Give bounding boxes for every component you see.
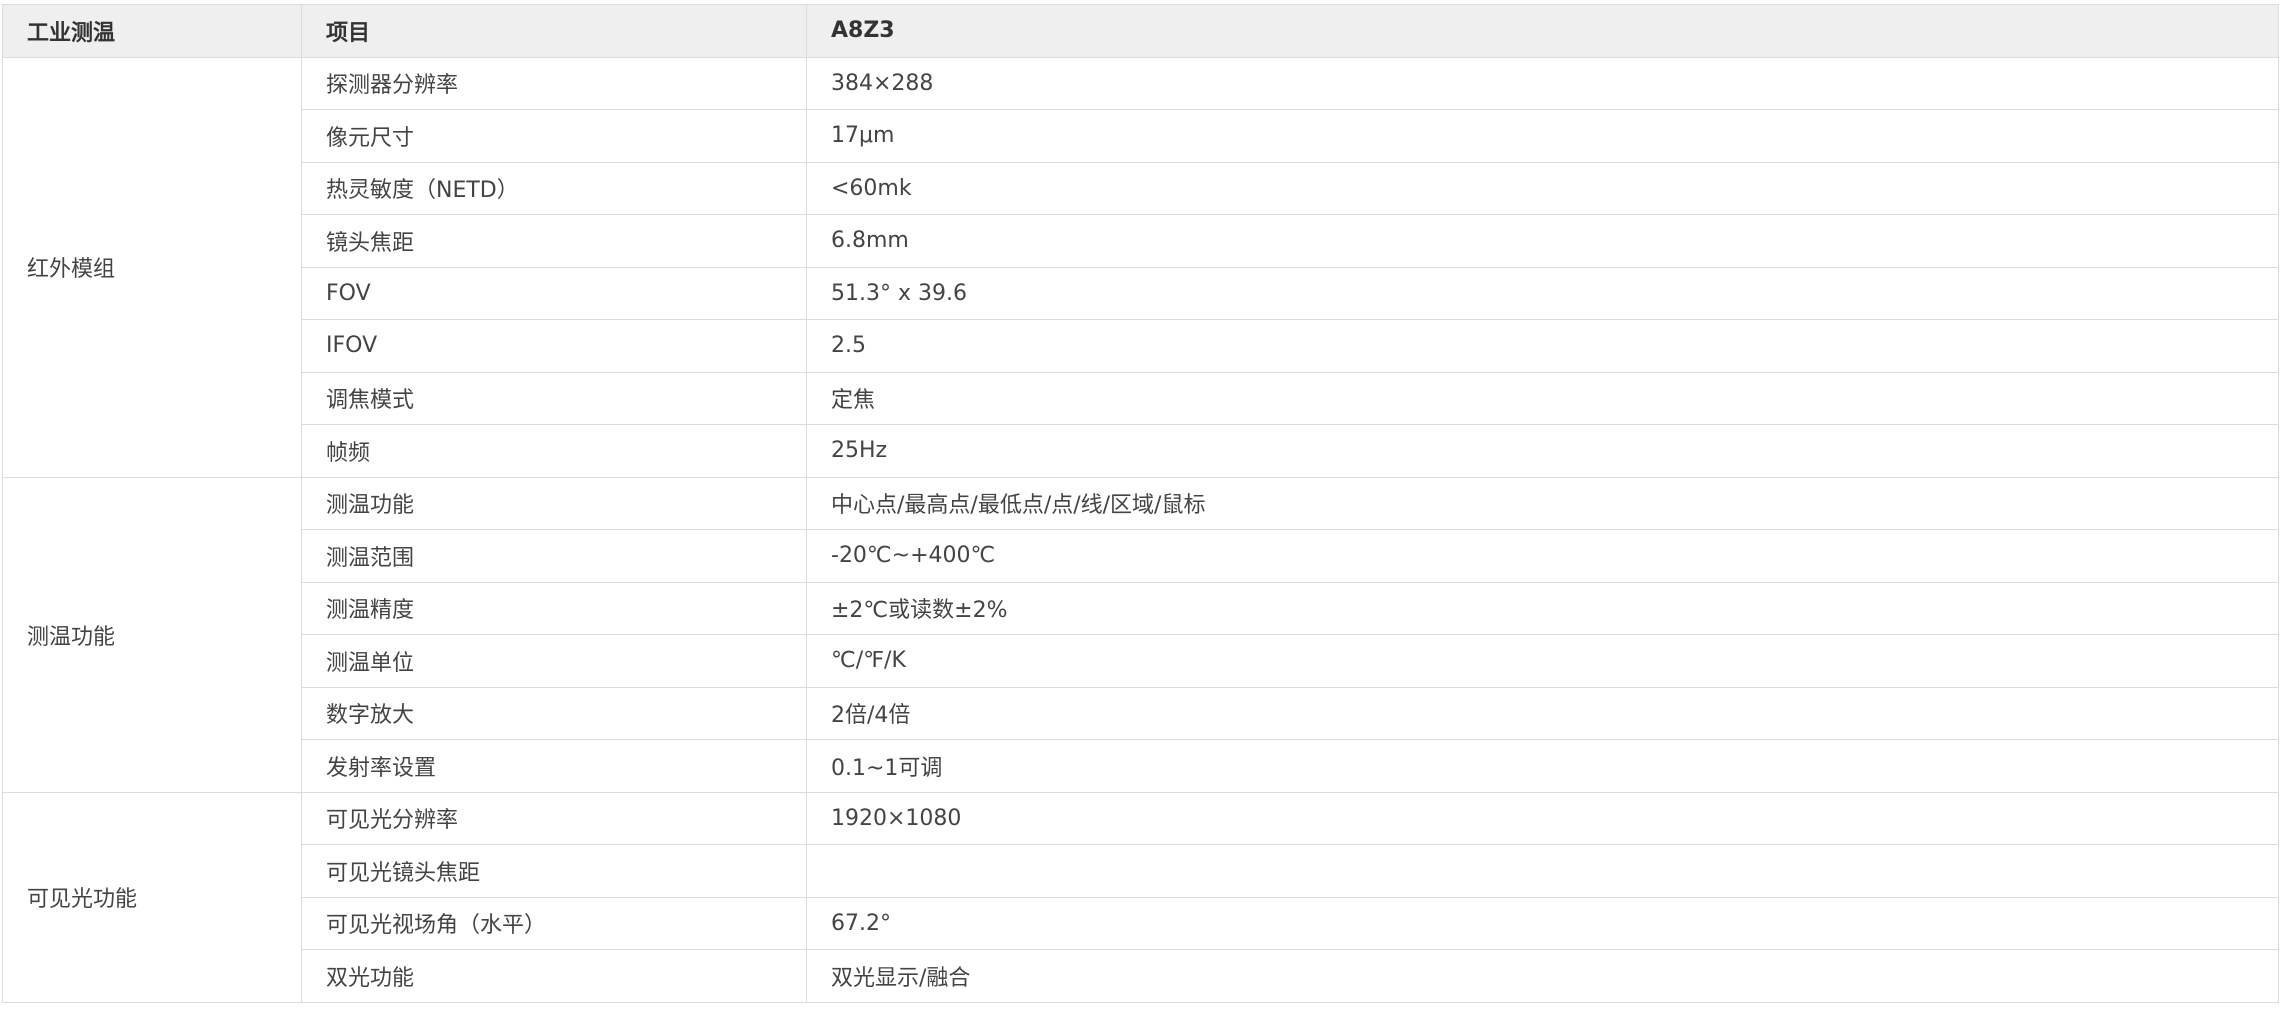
table-row: 可见光功能 可见光分辨率 1920×1080 bbox=[2, 791, 2279, 1003]
row-item: 数字放大 bbox=[301, 686, 807, 740]
row-item: IFOV bbox=[301, 319, 807, 373]
row-value: 2.5 bbox=[806, 319, 2279, 373]
row-item: 测温范围 bbox=[301, 529, 807, 583]
header-model: A8Z3 bbox=[806, 4, 2279, 58]
row-item: 调焦模式 bbox=[301, 371, 807, 425]
table-row: 可见光镜头焦距 bbox=[3, 844, 2279, 898]
table-row: 热灵敏度（NETD） <60mk bbox=[3, 161, 2279, 215]
row-value: 双光显示/融合 bbox=[806, 949, 2279, 1003]
table-row: 双光功能 双光显示/融合 bbox=[3, 949, 2279, 1003]
row-value: ±2℃或读数±2% bbox=[806, 581, 2279, 635]
row-item: 双光功能 bbox=[301, 949, 807, 1003]
table-row: 可见光视场角（水平） 67.2° bbox=[3, 896, 2279, 950]
row-item: 帧频 bbox=[301, 424, 807, 478]
header-row: 工业测温 项目 A8Z3 bbox=[2, 4, 2279, 58]
row-value: 67.2° bbox=[806, 896, 2279, 950]
row-item: 可见光视场角（水平） bbox=[301, 896, 807, 950]
table-row: IFOV 2.5 bbox=[3, 319, 2279, 373]
table-row: FOV 51.3° x 39.6 bbox=[3, 266, 2279, 320]
row-value: 6.8mm bbox=[806, 214, 2279, 268]
row-item: 可见光分辨率 bbox=[301, 791, 807, 845]
table-header: 工业测温 项目 A8Z3 bbox=[2, 4, 2279, 58]
table-row: 红外模组 探测器分辨率 384×288 bbox=[2, 56, 2279, 478]
row-value: 384×288 bbox=[806, 56, 2279, 110]
header-category: 工业测温 bbox=[2, 4, 302, 58]
table-row: 测温精度 ±2℃或读数±2% bbox=[3, 581, 2279, 635]
row-item: 发射率设置 bbox=[301, 739, 807, 793]
spec-table: 工业测温 项目 A8Z3 红外模组 探测器分辨率 384×288 像元尺寸 17… bbox=[2, 4, 2279, 1003]
row-value: 51.3° x 39.6 bbox=[806, 266, 2279, 320]
row-value: 0.1~1可调 bbox=[806, 739, 2279, 793]
row-item: 可见光镜头焦距 bbox=[301, 844, 807, 898]
row-item: 热灵敏度（NETD） bbox=[301, 161, 807, 215]
row-value: 17μm bbox=[806, 109, 2279, 163]
row-value: ℃/℉/K bbox=[806, 634, 2279, 688]
table-row: 测温功能 测温功能 中心点/最高点/最低点/点/线/区域/鼠标 bbox=[2, 476, 2279, 793]
table-row: 镜头焦距 6.8mm bbox=[3, 214, 2279, 268]
row-value: 2倍/4倍 bbox=[806, 686, 2279, 740]
group-label-measurement: 测温功能 bbox=[2, 476, 302, 793]
table-row: 数字放大 2倍/4倍 bbox=[3, 686, 2279, 740]
row-value: 中心点/最高点/最低点/点/线/区域/鼠标 bbox=[806, 476, 2279, 530]
table-row: 帧频 25Hz bbox=[3, 424, 2279, 478]
header-item: 项目 bbox=[301, 4, 807, 58]
group-label-infrared: 红外模组 bbox=[2, 56, 302, 478]
table-row: 像元尺寸 17μm bbox=[3, 109, 2279, 163]
row-item: 测温精度 bbox=[301, 581, 807, 635]
table-body: 红外模组 探测器分辨率 384×288 像元尺寸 17μm 热灵敏度（NETD）… bbox=[2, 56, 2279, 1003]
row-item: 测温单位 bbox=[301, 634, 807, 688]
row-value: 1920×1080 bbox=[806, 791, 2279, 845]
row-item: 测温功能 bbox=[301, 476, 807, 530]
row-item: 像元尺寸 bbox=[301, 109, 807, 163]
table-row: 测温单位 ℃/℉/K bbox=[3, 634, 2279, 688]
table-row: 调焦模式 定焦 bbox=[3, 371, 2279, 425]
row-value: 25Hz bbox=[806, 424, 2279, 478]
row-value: -20℃~+400℃ bbox=[806, 529, 2279, 583]
row-item: FOV bbox=[301, 266, 807, 320]
row-value bbox=[806, 844, 2279, 898]
row-item: 探测器分辨率 bbox=[301, 56, 807, 110]
row-value: 定焦 bbox=[806, 371, 2279, 425]
table-row: 测温范围 -20℃~+400℃ bbox=[3, 529, 2279, 583]
row-item: 镜头焦距 bbox=[301, 214, 807, 268]
group-label-visible: 可见光功能 bbox=[2, 791, 302, 1003]
row-value: <60mk bbox=[806, 161, 2279, 215]
table-row: 发射率设置 0.1~1可调 bbox=[3, 739, 2279, 793]
